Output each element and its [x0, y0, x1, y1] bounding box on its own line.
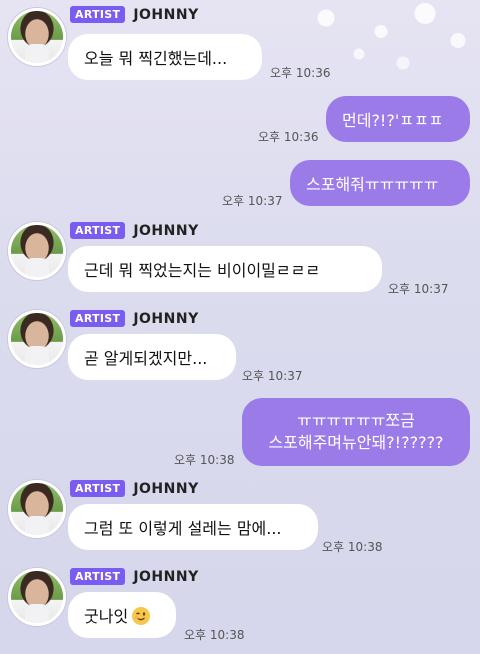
sender-row: ARTIST JOHNNY — [70, 480, 199, 497]
message-time: 오후 10:36 — [258, 130, 319, 144]
message-time: 오후 10:38 — [174, 453, 235, 467]
message-bubble[interactable]: 굿나잇 — [68, 592, 176, 638]
message-time: 오후 10:38 — [322, 540, 383, 554]
sender-name: JOHNNY — [133, 310, 199, 327]
message-bubble[interactable]: 스포해줘ㅠㅠㅠㅠㅠ — [290, 160, 470, 206]
sender-name: JOHNNY — [133, 222, 199, 239]
message-bubble[interactable]: 곧 알게되겠지만... — [68, 334, 236, 380]
artist-badge: ARTIST — [70, 480, 126, 497]
message-text: 굿나잇 — [84, 607, 129, 626]
sender-name: JOHNNY — [133, 6, 199, 23]
avatar[interactable] — [8, 480, 66, 538]
sender-name: JOHNNY — [133, 568, 199, 585]
artist-badge: ARTIST — [70, 310, 126, 327]
message-bubble[interactable]: 먼데?!?'ㅍㅍㅍ — [326, 96, 470, 142]
message-bubble[interactable]: 그럼 또 이렇게 설레는 맘에... — [68, 504, 318, 550]
sender-row: ARTIST JOHNNY — [70, 6, 199, 23]
artist-badge: ARTIST — [70, 222, 126, 239]
message-line: 스포해주며뉴안돼?!????? — [268, 433, 444, 452]
message-time: 오후 10:36 — [270, 66, 331, 80]
avatar[interactable] — [8, 310, 66, 368]
sender-name: JOHNNY — [133, 480, 199, 497]
artist-badge: ARTIST — [70, 6, 126, 23]
message-time: 오후 10:37 — [222, 194, 283, 208]
message-bubble[interactable]: 오늘 뭐 찍긴했는데... — [68, 34, 262, 80]
avatar[interactable] — [8, 222, 66, 280]
avatar[interactable] — [8, 8, 66, 66]
avatar[interactable] — [8, 568, 66, 626]
sender-row: ARTIST JOHNNY — [70, 310, 199, 327]
sender-row: ARTIST JOHNNY — [70, 568, 199, 585]
message-time: 오후 10:37 — [388, 282, 449, 296]
artist-badge: ARTIST — [70, 568, 126, 585]
message-time: 오후 10:37 — [242, 369, 303, 383]
winking-face-icon — [132, 607, 151, 625]
message-bubble[interactable]: 근데 뭐 찍었는지는 비이이밀ㄹㄹㄹ — [68, 246, 382, 292]
message-bubble[interactable]: ㅠㅠㅠㅠㅠㅠ쪼금 스포해주며뉴안돼?!????? — [242, 398, 470, 466]
sender-row: ARTIST JOHNNY — [70, 222, 199, 239]
message-line: ㅠㅠㅠㅠㅠㅠ쪼금 — [297, 411, 415, 430]
message-time: 오후 10:38 — [184, 628, 245, 642]
